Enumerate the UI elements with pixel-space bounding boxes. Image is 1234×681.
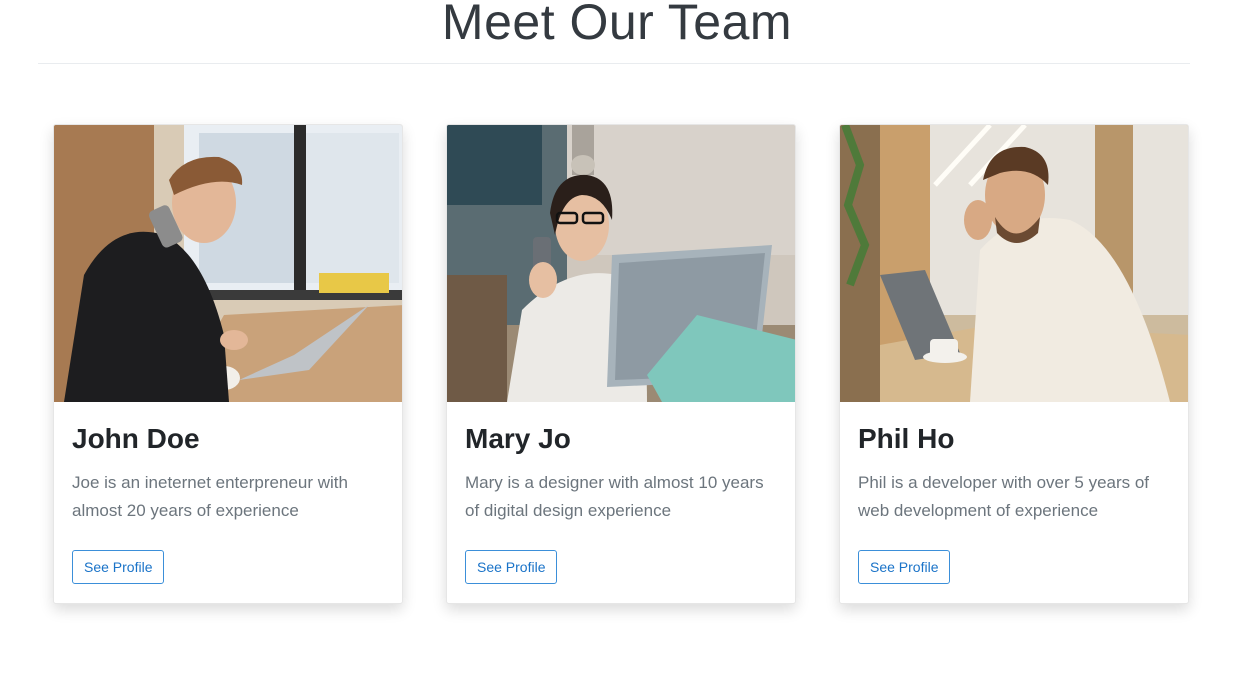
page-title: Meet Our Team [441, 0, 793, 50]
team-member-name: Phil Ho [858, 423, 955, 454]
see-profile-button[interactable]: See Profile [465, 550, 558, 584]
team-member-photo [54, 125, 402, 402]
team-member-bio: Mary is a designer with almost 10 years … [465, 473, 764, 520]
see-profile-button[interactable]: See Profile [858, 550, 951, 584]
team-member-bio: Phil is a developer with over 5 years of… [858, 473, 1150, 520]
team-card-phil-ho: Phil Ho Phil is a developer with over 5 … [839, 124, 1189, 604]
see-profile-button[interactable]: See Profile [72, 550, 165, 584]
team-member-name: John Doe [72, 423, 200, 454]
team-member-photo [447, 125, 795, 402]
team-member-bio: Joe is an ineternet enterpreneur with al… [72, 473, 348, 520]
team-member-photo [840, 125, 1188, 402]
team-member-name: Mary Jo [465, 423, 571, 454]
title-divider [38, 63, 1190, 64]
team-card-john-doe: John Doe Joe is an ineternet enterpreneu… [53, 124, 403, 604]
team-card-mary-jo: Mary Jo Mary is a designer with almost 1… [446, 124, 796, 604]
